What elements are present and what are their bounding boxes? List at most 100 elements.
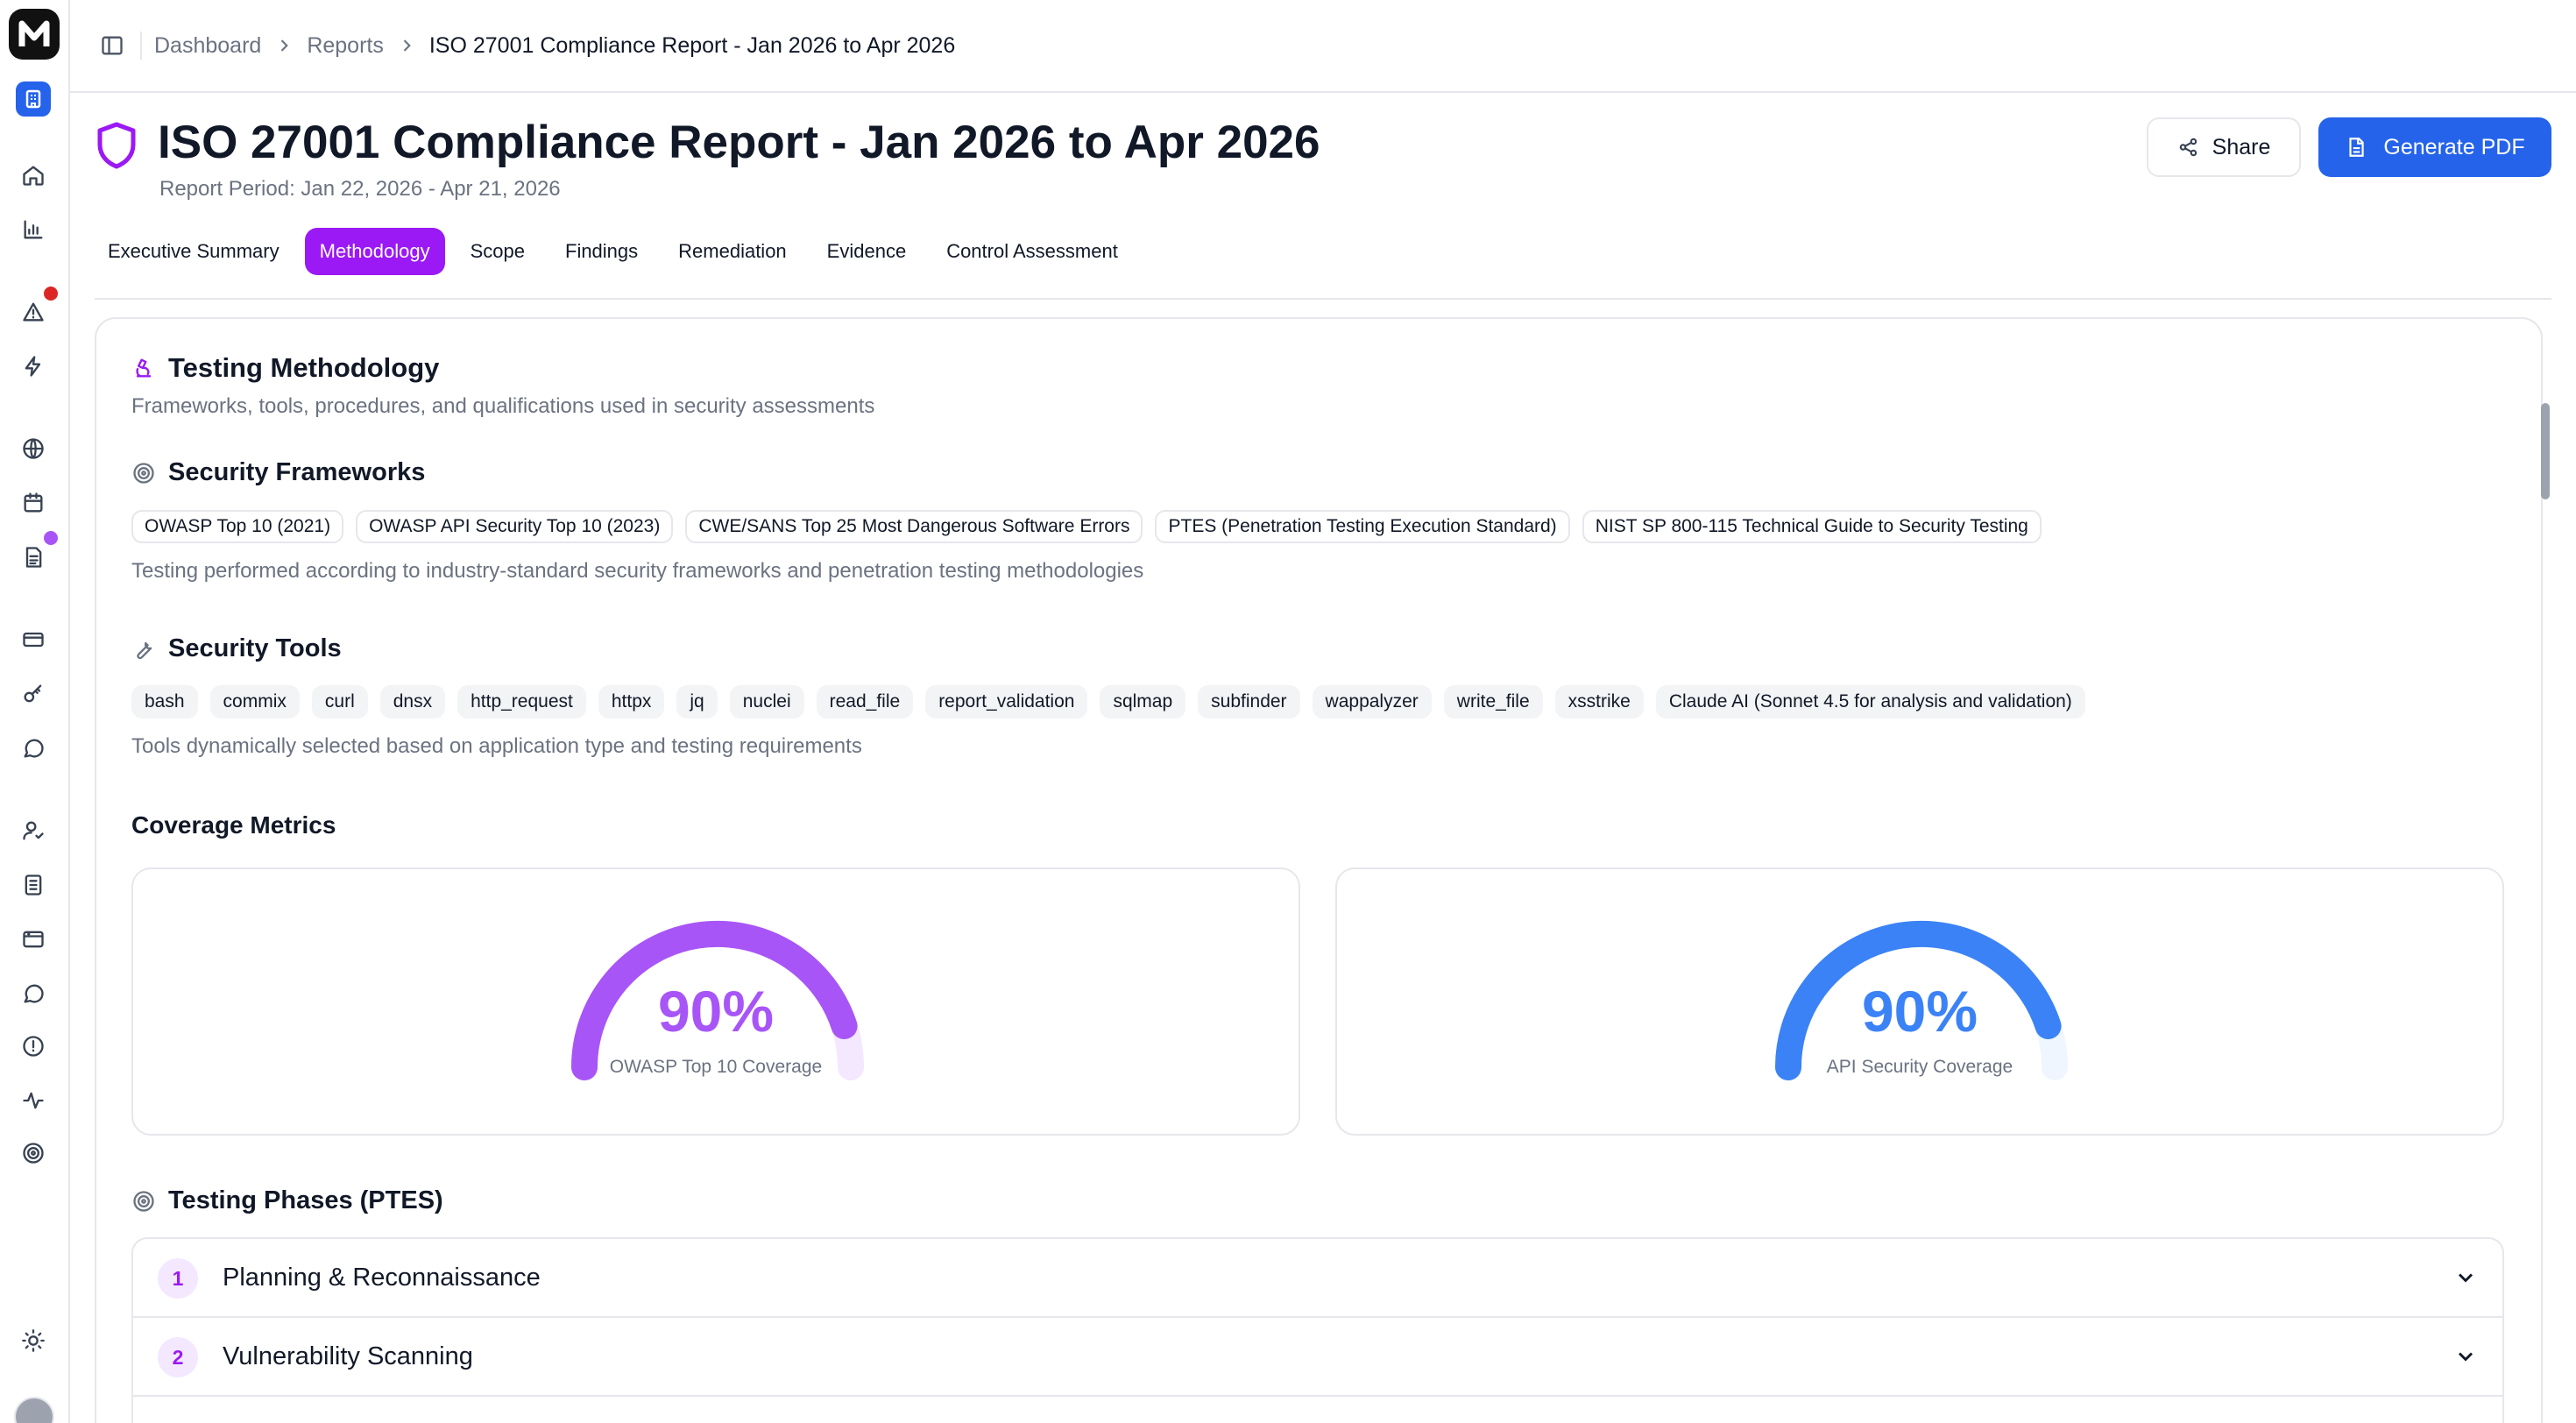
framework-chips: OWASP Top 10 (2021) OWASP API Security T… <box>131 510 2042 543</box>
tool-chip: Claude AI (Sonnet 4.5 for analysis and v… <box>1655 685 2085 719</box>
topbar-divider <box>140 32 142 60</box>
security-frameworks-title: Security Frameworks <box>168 458 426 486</box>
tool-chip: nuclei <box>729 685 804 719</box>
tool-chip: dnsx <box>379 685 446 719</box>
breadcrumb: Dashboard Reports ISO 27001 Compliance R… <box>154 28 955 63</box>
tool-chip: bash <box>131 685 198 719</box>
sidebar-globe-icon[interactable] <box>18 433 49 464</box>
tab-executive-summary[interactable]: Executive Summary <box>93 228 294 275</box>
organization-switcher[interactable] <box>16 81 51 117</box>
tool-chip: sqlmap <box>1100 685 1186 719</box>
sidebar <box>0 0 70 1423</box>
testing-phases-title: Testing Phases (PTES) <box>168 1186 443 1214</box>
sidebar-analytics-icon[interactable] <box>18 214 49 245</box>
sidebar-chat-icon[interactable] <box>18 733 49 764</box>
share-button-label: Share <box>2212 134 2271 159</box>
share-button[interactable]: Share <box>2147 117 2301 177</box>
sidebar-reports-icon[interactable] <box>18 542 49 573</box>
tool-chip: commix <box>209 685 300 719</box>
chevron-down-icon[interactable] <box>2453 1265 2478 1290</box>
frameworks-note: Testing performed according to industry-… <box>131 559 1144 583</box>
report-tabs: Executive Summary Methodology Scope Find… <box>93 226 1133 277</box>
tool-chip: http_request <box>457 685 586 719</box>
framework-chip: OWASP API Security Top 10 (2023) <box>356 510 674 543</box>
generate-pdf-button[interactable]: Generate PDF <box>2318 117 2551 177</box>
api-coverage-value: 90% <box>1861 979 1978 1044</box>
security-tools-heading: Security Tools <box>131 634 342 663</box>
owasp-coverage-card: 90% OWASP Top 10 Coverage <box>131 867 1300 1136</box>
tab-control-assessment[interactable]: Control Assessment <box>931 228 1133 275</box>
chevron-right-icon <box>398 37 415 54</box>
building-icon <box>25 89 41 109</box>
coverage-metrics-title: Coverage Metrics <box>131 811 336 839</box>
chevron-right-icon <box>275 37 293 54</box>
tool-chip: subfinder <box>1198 685 1300 719</box>
logo-m-icon <box>18 20 50 46</box>
tool-chip: report_validation <box>925 685 1088 719</box>
tools-note: Tools dynamically selected based on appl… <box>131 734 862 758</box>
tool-chip: read_file <box>816 685 914 719</box>
sidebar-browser-icon[interactable] <box>18 924 49 955</box>
sidebar-alerts-icon[interactable] <box>18 296 49 328</box>
sidebar-activity-bolt-icon[interactable] <box>18 350 49 382</box>
phase-number: 2 <box>158 1337 198 1377</box>
testing-methodology-heading: Testing Methodology <box>131 352 439 384</box>
owasp-coverage-value: 90% <box>657 979 775 1044</box>
sidebar-issues-icon[interactable] <box>18 1030 49 1062</box>
sidebar-users-icon[interactable] <box>18 815 49 846</box>
tool-chip: wappalyzer <box>1312 685 1432 719</box>
owasp-coverage-label: OWASP Top 10 Coverage <box>609 1057 823 1077</box>
breadcrumb-current: ISO 27001 Compliance Report - Jan 2026 t… <box>428 32 956 58</box>
framework-chip: CWE/SANS Top 25 Most Dangerous Software … <box>685 510 1143 543</box>
framework-chip: PTES (Penetration Testing Execution Stan… <box>1155 510 1570 543</box>
alerts-notification-dot <box>44 287 58 301</box>
tab-findings[interactable]: Findings <box>550 228 653 275</box>
topbar: Dashboard Reports ISO 27001 Compliance R… <box>70 0 2576 93</box>
phase-accordion-item[interactable] <box>131 1395 2504 1423</box>
report-period: Report Period: Jan 22, 2026 - Apr 21, 20… <box>159 177 561 201</box>
sidebar-billing-icon[interactable] <box>18 624 49 655</box>
breadcrumb-reports[interactable]: Reports <box>307 33 384 59</box>
framework-chip: OWASP Top 10 (2021) <box>131 510 344 543</box>
api-coverage-card: 90% API Security Coverage <box>1335 867 2504 1136</box>
target-icon <box>133 462 154 484</box>
tab-evidence[interactable]: Evidence <box>812 228 922 275</box>
testing-phases-heading: Testing Phases (PTES) <box>131 1186 443 1215</box>
tab-scope[interactable]: Scope <box>456 228 540 275</box>
shield-icon <box>97 122 136 169</box>
tab-remediation[interactable]: Remediation <box>663 228 802 275</box>
file-text-icon <box>2349 138 2365 157</box>
security-tools-title: Security Tools <box>168 634 342 662</box>
phase-name: Vulnerability Scanning <box>223 1342 473 1370</box>
api-coverage-label: API Security Coverage <box>1826 1057 2013 1077</box>
theme-toggle-sun-icon[interactable] <box>18 1325 49 1356</box>
generate-pdf-label: Generate PDF <box>2383 134 2525 159</box>
tool-chip: curl <box>311 685 368 719</box>
tool-chip: jq <box>676 685 718 719</box>
sidebar-documents-icon[interactable] <box>18 869 49 901</box>
sidebar-calendar-icon[interactable] <box>18 487 49 519</box>
sidebar-messages-icon[interactable] <box>18 978 49 1009</box>
testing-methodology-title: Testing Methodology <box>168 352 440 383</box>
sidebar-target-icon[interactable] <box>18 1137 49 1169</box>
framework-chip: NIST SP 800-115 Technical Guide to Secur… <box>1582 510 2042 543</box>
phase-accordion-item[interactable]: 2 Vulnerability Scanning <box>131 1316 2504 1397</box>
content-scrollbar[interactable] <box>2541 403 2550 499</box>
phase-accordion-item[interactable]: 1 Planning & Reconnaissance <box>131 1237 2504 1318</box>
sidebar-key-icon[interactable] <box>18 678 49 710</box>
tab-methodology[interactable]: Methodology <box>304 228 445 275</box>
tabs-divider <box>95 298 2551 300</box>
breadcrumb-dashboard[interactable]: Dashboard <box>154 33 261 59</box>
chevron-down-icon[interactable] <box>2453 1344 2478 1369</box>
wrench-icon <box>137 641 152 659</box>
tool-chips: bash commix curl dnsx http_request httpx… <box>131 685 2085 719</box>
microscope-icon <box>136 358 152 378</box>
tool-chip: xsstrike <box>1554 685 1644 719</box>
sidebar-toggle-button[interactable] <box>95 28 130 63</box>
sidebar-home-icon[interactable] <box>18 159 49 191</box>
user-avatar[interactable] <box>14 1397 54 1423</box>
phase-name: Planning & Reconnaissance <box>223 1264 541 1292</box>
app-logo[interactable] <box>9 9 60 60</box>
sidebar-pulse-icon[interactable] <box>18 1085 49 1116</box>
tool-chip: httpx <box>598 685 665 719</box>
